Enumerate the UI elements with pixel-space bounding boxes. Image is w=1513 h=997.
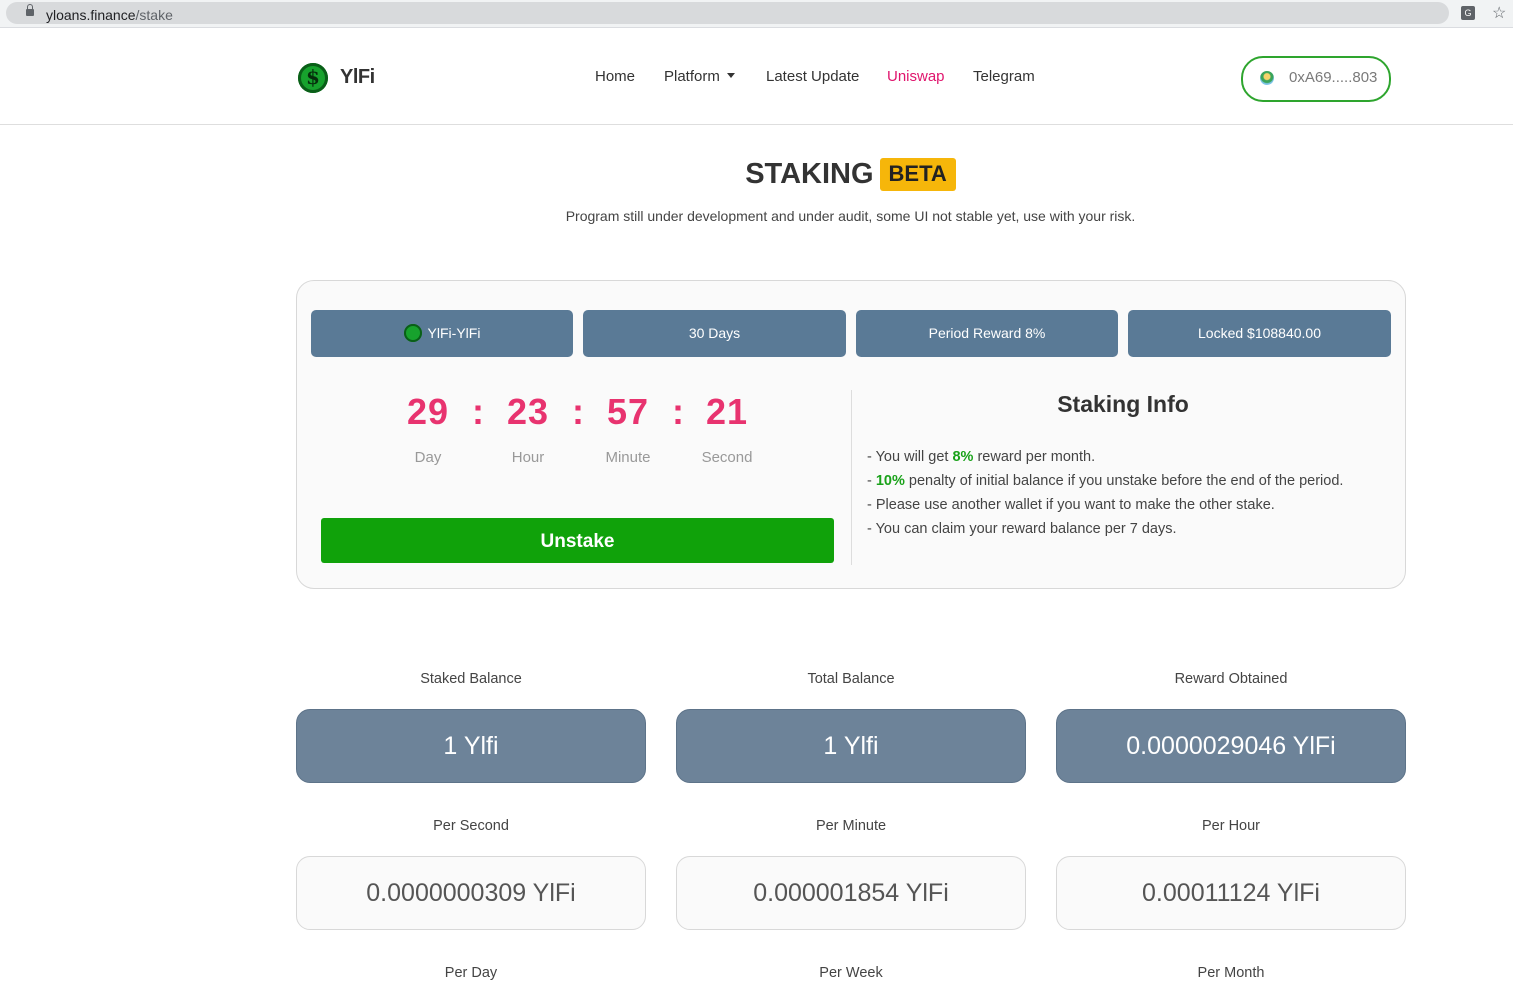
info-text: - You can claim your reward balance per … [867,521,1177,537]
staked-balance-value: 1 Ylfi [296,709,646,783]
info-line: - You will get 8% reward per month. [867,445,1343,469]
per-minute-value: 0.000001854 YlFi [676,856,1026,930]
staking-info-title: Staking Info [1057,391,1189,417]
translate-icon[interactable]: G [1461,6,1475,20]
wallet-avatar-icon [1260,71,1274,85]
countdown-days: 29 [406,391,450,432]
url-path: /stake [135,7,173,23]
info-text: - You will get [867,449,953,465]
page-heading: STAKING BETA [0,158,1513,191]
token-pair-pill: YlFi-YlFi [311,310,573,357]
logo-icon[interactable] [298,63,328,93]
info-highlight: 8% [952,449,974,465]
info-text: reward per month. [973,449,1096,465]
per-day-label: Per Day [444,965,498,981]
per-second-label: Per Second [433,818,509,834]
info-line: - Please use another wallet if you want … [867,493,1343,517]
total-balance-value: 1 Ylfi [676,709,1026,783]
countdown-day-label: Day [414,449,442,466]
url-field[interactable]: yloans.finance/stake [6,2,1449,24]
countdown-seconds: 21 [705,391,749,432]
per-hour-value: 0.00011124 YlFi [1056,856,1406,930]
token-icon [403,324,422,343]
page-title: STAKING [745,158,874,190]
info-text: penalty of initial balance if you unstak… [904,473,1344,489]
locked-value-pill: Locked $108840.00 [1128,310,1391,357]
browser-address-bar: yloans.finance/stake G ☆ [0,0,1513,28]
url-host: yloans.finance [46,7,136,23]
per-second-value: 0.0000000309 YlFi [296,856,646,930]
info-line: - 10% penalty of initial balance if you … [867,469,1343,493]
staking-card: YlFi-YlFi 30 Days Period Reward 8% Locke… [296,280,1406,589]
token-pair-label: YlFi-YlFi [427,325,481,341]
info-text: - Please use another wallet if you want … [867,497,1275,513]
staked-balance-label: Staked Balance [420,671,522,687]
staking-info-list: - You will get 8% reward per month. - 10… [867,445,1343,541]
nav-platform[interactable]: Platform [664,68,735,85]
total-balance-label: Total Balance [807,671,895,687]
unstake-button[interactable]: Unstake [321,518,834,563]
per-hour-label: Per Hour [1201,818,1261,834]
period-reward-pill: Period Reward 8% [856,310,1118,357]
per-month-label: Per Month [1197,965,1265,981]
nav-home[interactable]: Home [595,68,635,85]
nav-platform-label: Platform [664,68,720,85]
reward-obtained-value: 0.0000029046 YlFi [1056,709,1406,783]
lock-icon [26,4,34,16]
reward-obtained-label: Reward Obtained [1174,671,1288,687]
countdown-second-label: Second [701,449,753,466]
per-minute-label: Per Minute [815,818,887,834]
countdown-minutes: 57 [606,391,650,432]
url-text[interactable]: yloans.finance/stake [46,7,173,23]
info-text: - [867,473,876,489]
bookmark-star-icon[interactable]: ☆ [1492,3,1506,23]
nav-latest-update[interactable]: Latest Update [766,68,859,85]
period-pill: 30 Days [583,310,846,357]
countdown-hours: 23 [506,391,550,432]
brand-name[interactable]: YlFi [340,66,375,89]
countdown-minute-label: Minute [605,449,651,466]
beta-badge: BETA [879,158,956,191]
page-subtitle: Program still under development and unde… [565,208,1136,224]
nav-telegram[interactable]: Telegram [973,68,1035,85]
card-divider [851,390,852,565]
chevron-down-icon [726,72,735,78]
countdown-hour-label: Hour [511,449,545,466]
wallet-button[interactable]: 0xA69.....803 [1241,56,1391,102]
info-highlight: 10% [875,473,905,489]
info-line: - You can claim your reward balance per … [867,517,1343,541]
nav-uniswap[interactable]: Uniswap [887,68,945,85]
wallet-address: 0xA69.....803 [1289,69,1378,86]
navbar: YlFi Home Platform Latest Update Uniswap… [0,31,1513,125]
per-week-label: Per Week [819,965,883,981]
